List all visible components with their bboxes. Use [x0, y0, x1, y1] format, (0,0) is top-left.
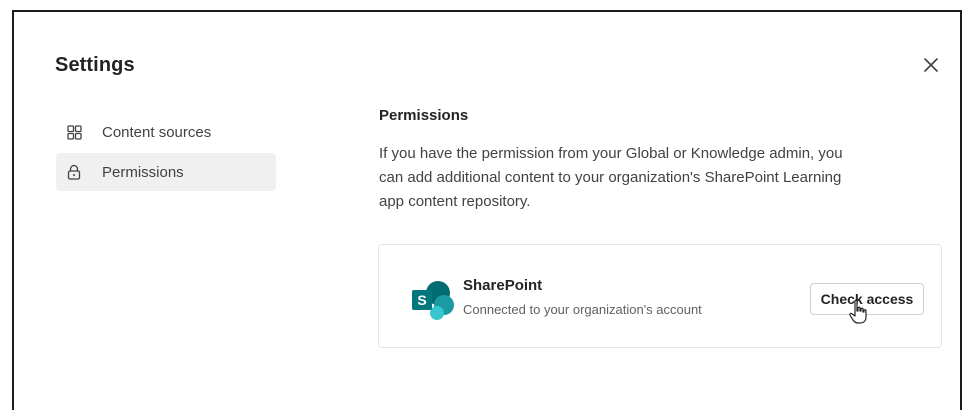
sidebar-item-label: Content sources	[102, 123, 212, 141]
dialog-title: Settings	[55, 54, 135, 76]
close-icon	[924, 58, 938, 72]
section-description: If you have the permission from your Glo…	[379, 145, 843, 210]
sharepoint-logo-letter: S	[417, 292, 426, 308]
sidebar-item-permissions[interactable]: Permissions	[56, 153, 276, 191]
connection-status: Connected to your organization's account	[463, 302, 702, 317]
lock-icon	[66, 164, 82, 180]
sharepoint-logo-icon: S	[411, 280, 457, 320]
sharepoint-card: S SharePoint Connected to your organizat…	[378, 244, 942, 348]
app-name: SharePoint	[463, 277, 543, 294]
check-access-button[interactable]: Check access	[810, 283, 924, 315]
grid-icon	[66, 124, 82, 140]
close-button[interactable]	[918, 52, 944, 78]
section-title: Permissions	[379, 107, 469, 124]
sidebar-item-label: Permissions	[102, 163, 184, 181]
sidebar-item-content-sources[interactable]: Content sources	[56, 113, 276, 151]
